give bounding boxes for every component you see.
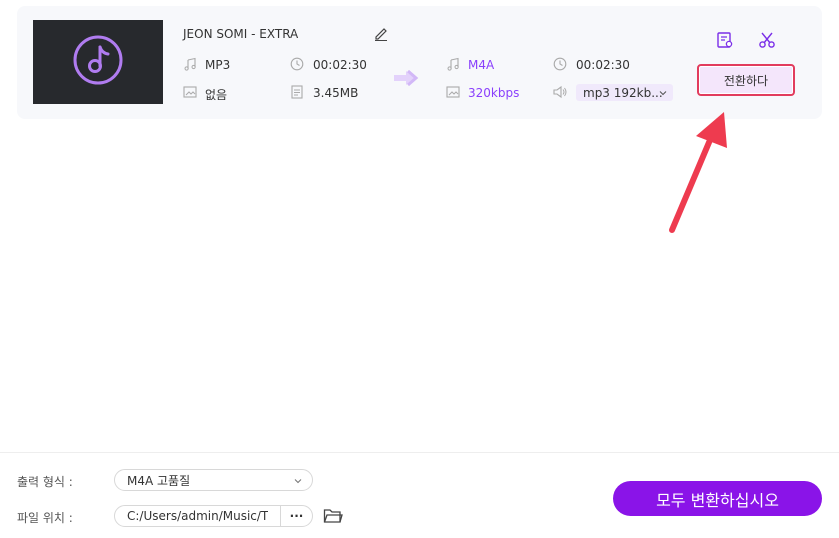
file-title: JEON SOMI - EXTRA: [183, 27, 299, 41]
audio-track-value: mp3 192kb...: [583, 85, 663, 100]
thumbnail: [33, 20, 163, 104]
footer-divider: [0, 452, 839, 453]
target-clock-icon: [553, 57, 567, 71]
clock-icon: [290, 57, 304, 71]
folder-icon[interactable]: [323, 507, 343, 525]
bitrate-icon: [446, 85, 460, 99]
browse-button[interactable]: ···: [280, 506, 312, 526]
source-size: 3.45MB: [313, 86, 359, 100]
edit-pencil-icon[interactable]: [373, 25, 389, 41]
convert-arrow-icon: [394, 68, 424, 88]
audio-format-icon: [183, 57, 197, 71]
target-format: M4A: [468, 58, 495, 72]
volume-icon: [553, 85, 568, 99]
annotation-arrow-icon: [664, 108, 734, 234]
file-location-label: 파일 위치 :: [17, 511, 73, 525]
convert-all-button[interactable]: 모두 변환하십시오: [613, 481, 822, 516]
output-format-label: 출력 형식 :: [17, 475, 73, 489]
output-format-chevron-icon: [293, 475, 303, 489]
source-duration: 00:02:30: [313, 58, 367, 72]
target-duration: 00:02:30: [576, 58, 630, 72]
target-bitrate: 320kbps: [468, 86, 520, 100]
settings-doc-icon[interactable]: [716, 31, 734, 49]
target-audio-format-icon: [446, 57, 460, 71]
file-size-icon: [290, 85, 304, 99]
source-format: MP3: [205, 58, 231, 72]
audio-track-dropdown[interactable]: mp3 192kb...: [576, 84, 673, 101]
file-location-value: C:/Users/admin/Music/T: [127, 509, 269, 523]
convert-button[interactable]: 전환하다: [697, 64, 795, 96]
source-subtitle: 없음: [205, 88, 228, 102]
chevron-down-icon: [658, 87, 668, 101]
scissors-icon[interactable]: [758, 31, 776, 49]
music-note-icon: [72, 34, 124, 90]
file-location-field[interactable]: C:/Users/admin/Music/T ···: [114, 505, 313, 527]
output-format-value: M4A 고품질: [127, 473, 191, 488]
subtitle-icon: [183, 85, 197, 99]
output-format-select[interactable]: M4A 고품질: [114, 469, 313, 491]
